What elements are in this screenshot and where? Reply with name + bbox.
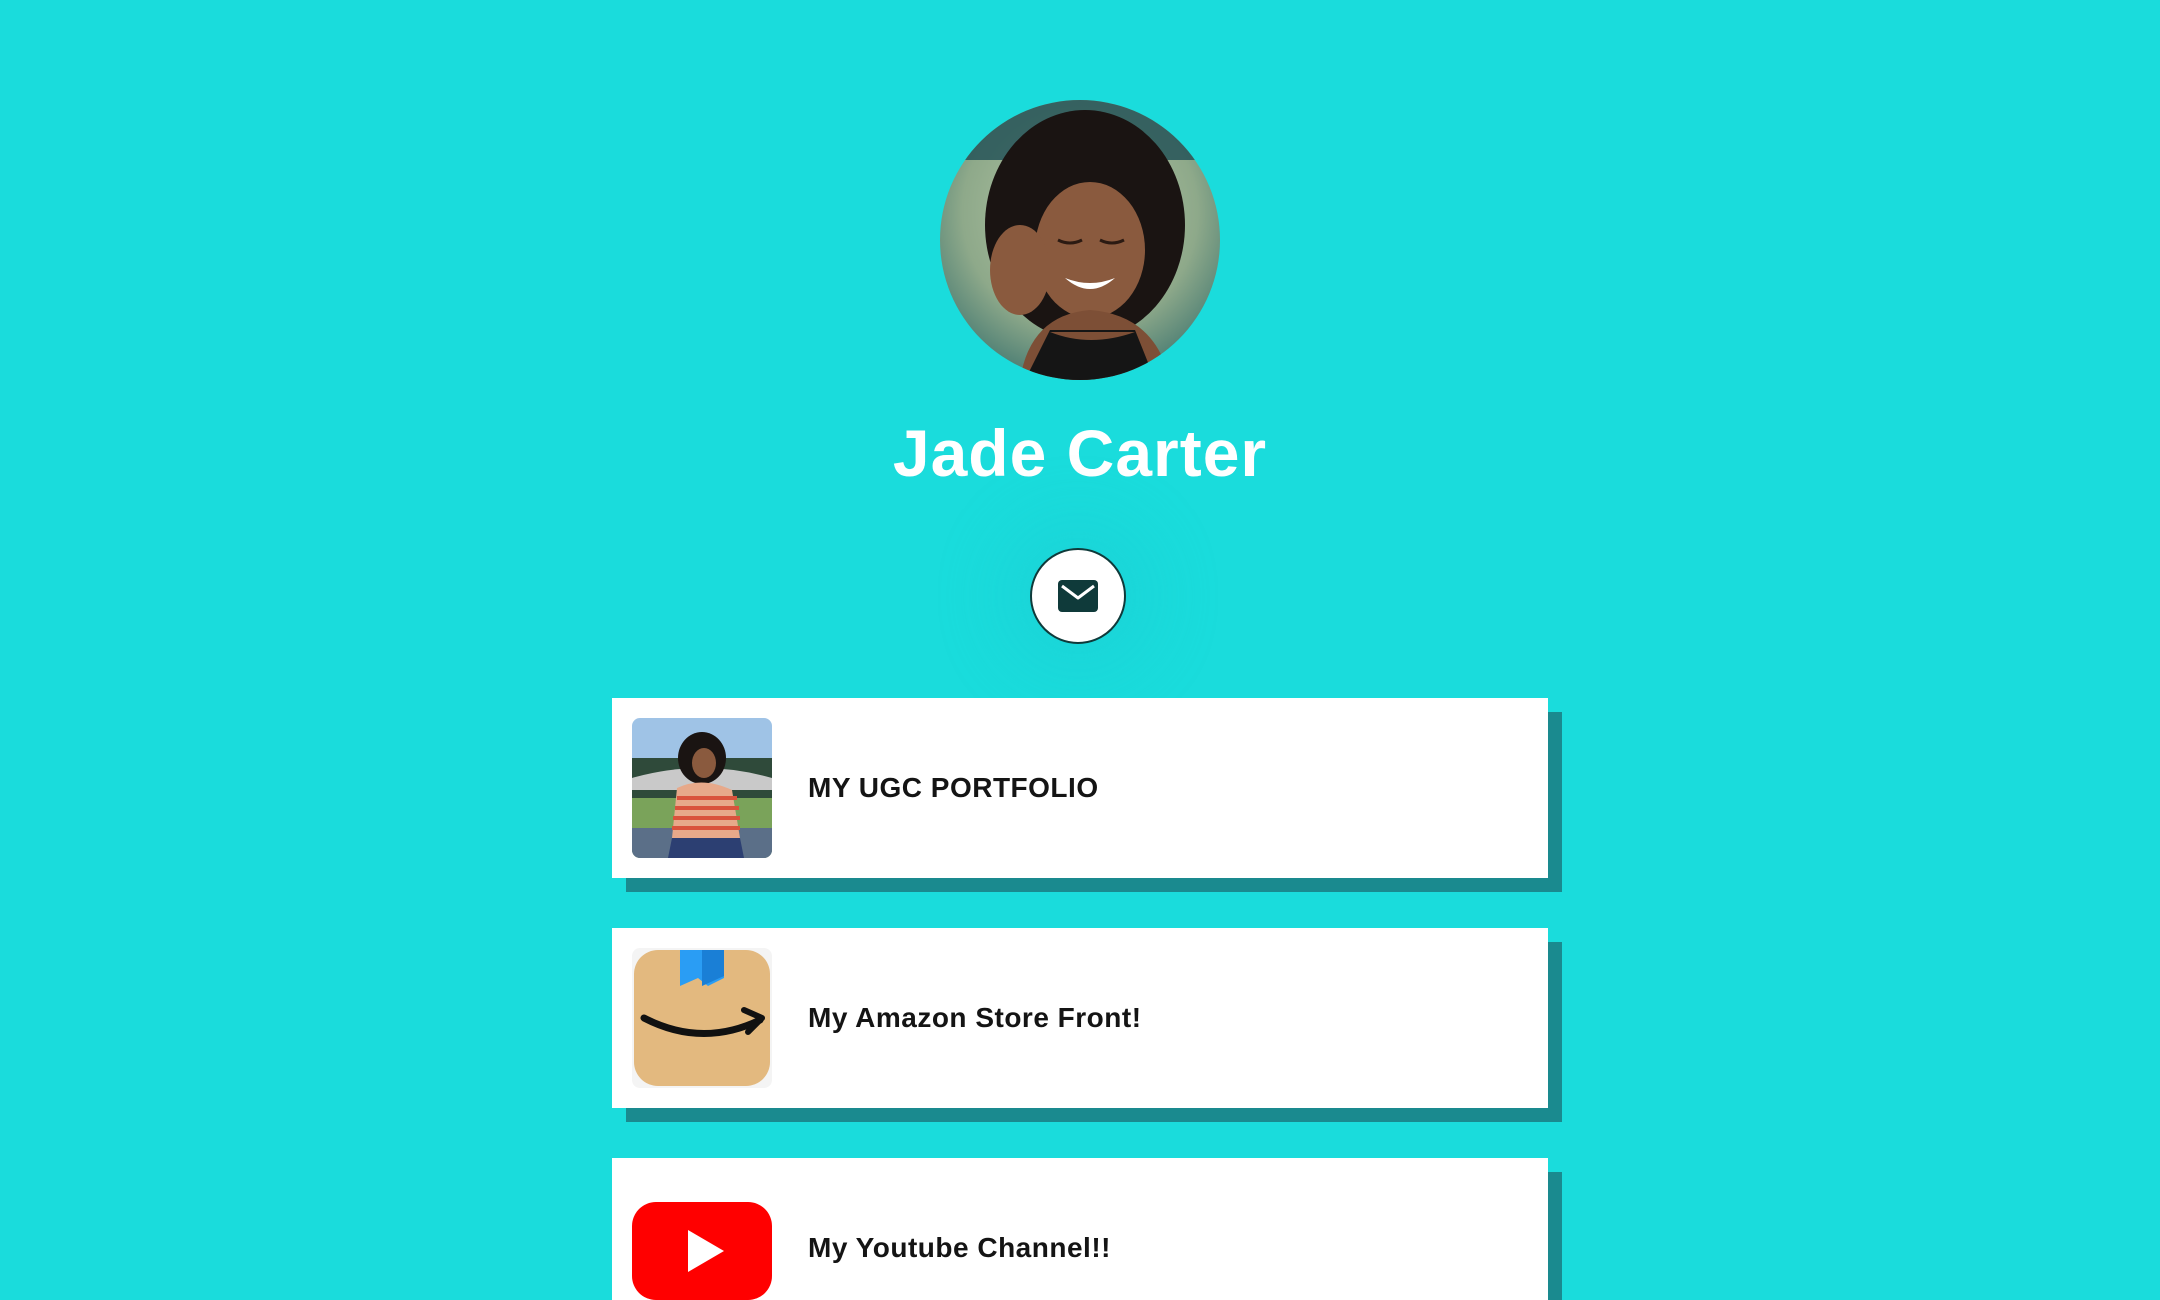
link-card-youtube-channel[interactable]: My Youtube Channel!!	[612, 1158, 1548, 1300]
link-label: My Amazon Store Front!	[808, 1002, 1142, 1033]
link-card-amazon-store[interactable]: My Amazon Store Front!	[612, 928, 1548, 1108]
envelope-icon	[1058, 580, 1098, 612]
amazon-app-icon	[632, 948, 772, 1088]
link-label: My Youtube Channel!!	[808, 1232, 1111, 1263]
avatar-image	[940, 100, 1220, 380]
portfolio-photo-thumbnail	[632, 718, 772, 858]
profile-name: Jade Carter	[892, 416, 1268, 490]
link-label: MY UGC PORTFOLIO	[808, 772, 1099, 803]
profile-avatar	[940, 100, 1220, 380]
youtube-icon	[632, 1178, 772, 1300]
link-card-ugc-portfolio[interactable]: MY UGC PORTFOLIO	[612, 698, 1548, 878]
email-button[interactable]	[1030, 548, 1126, 644]
link-in-bio-page: Jade Carter MY UGC PORTFOLIO My Amazon S…	[0, 0, 2160, 1300]
